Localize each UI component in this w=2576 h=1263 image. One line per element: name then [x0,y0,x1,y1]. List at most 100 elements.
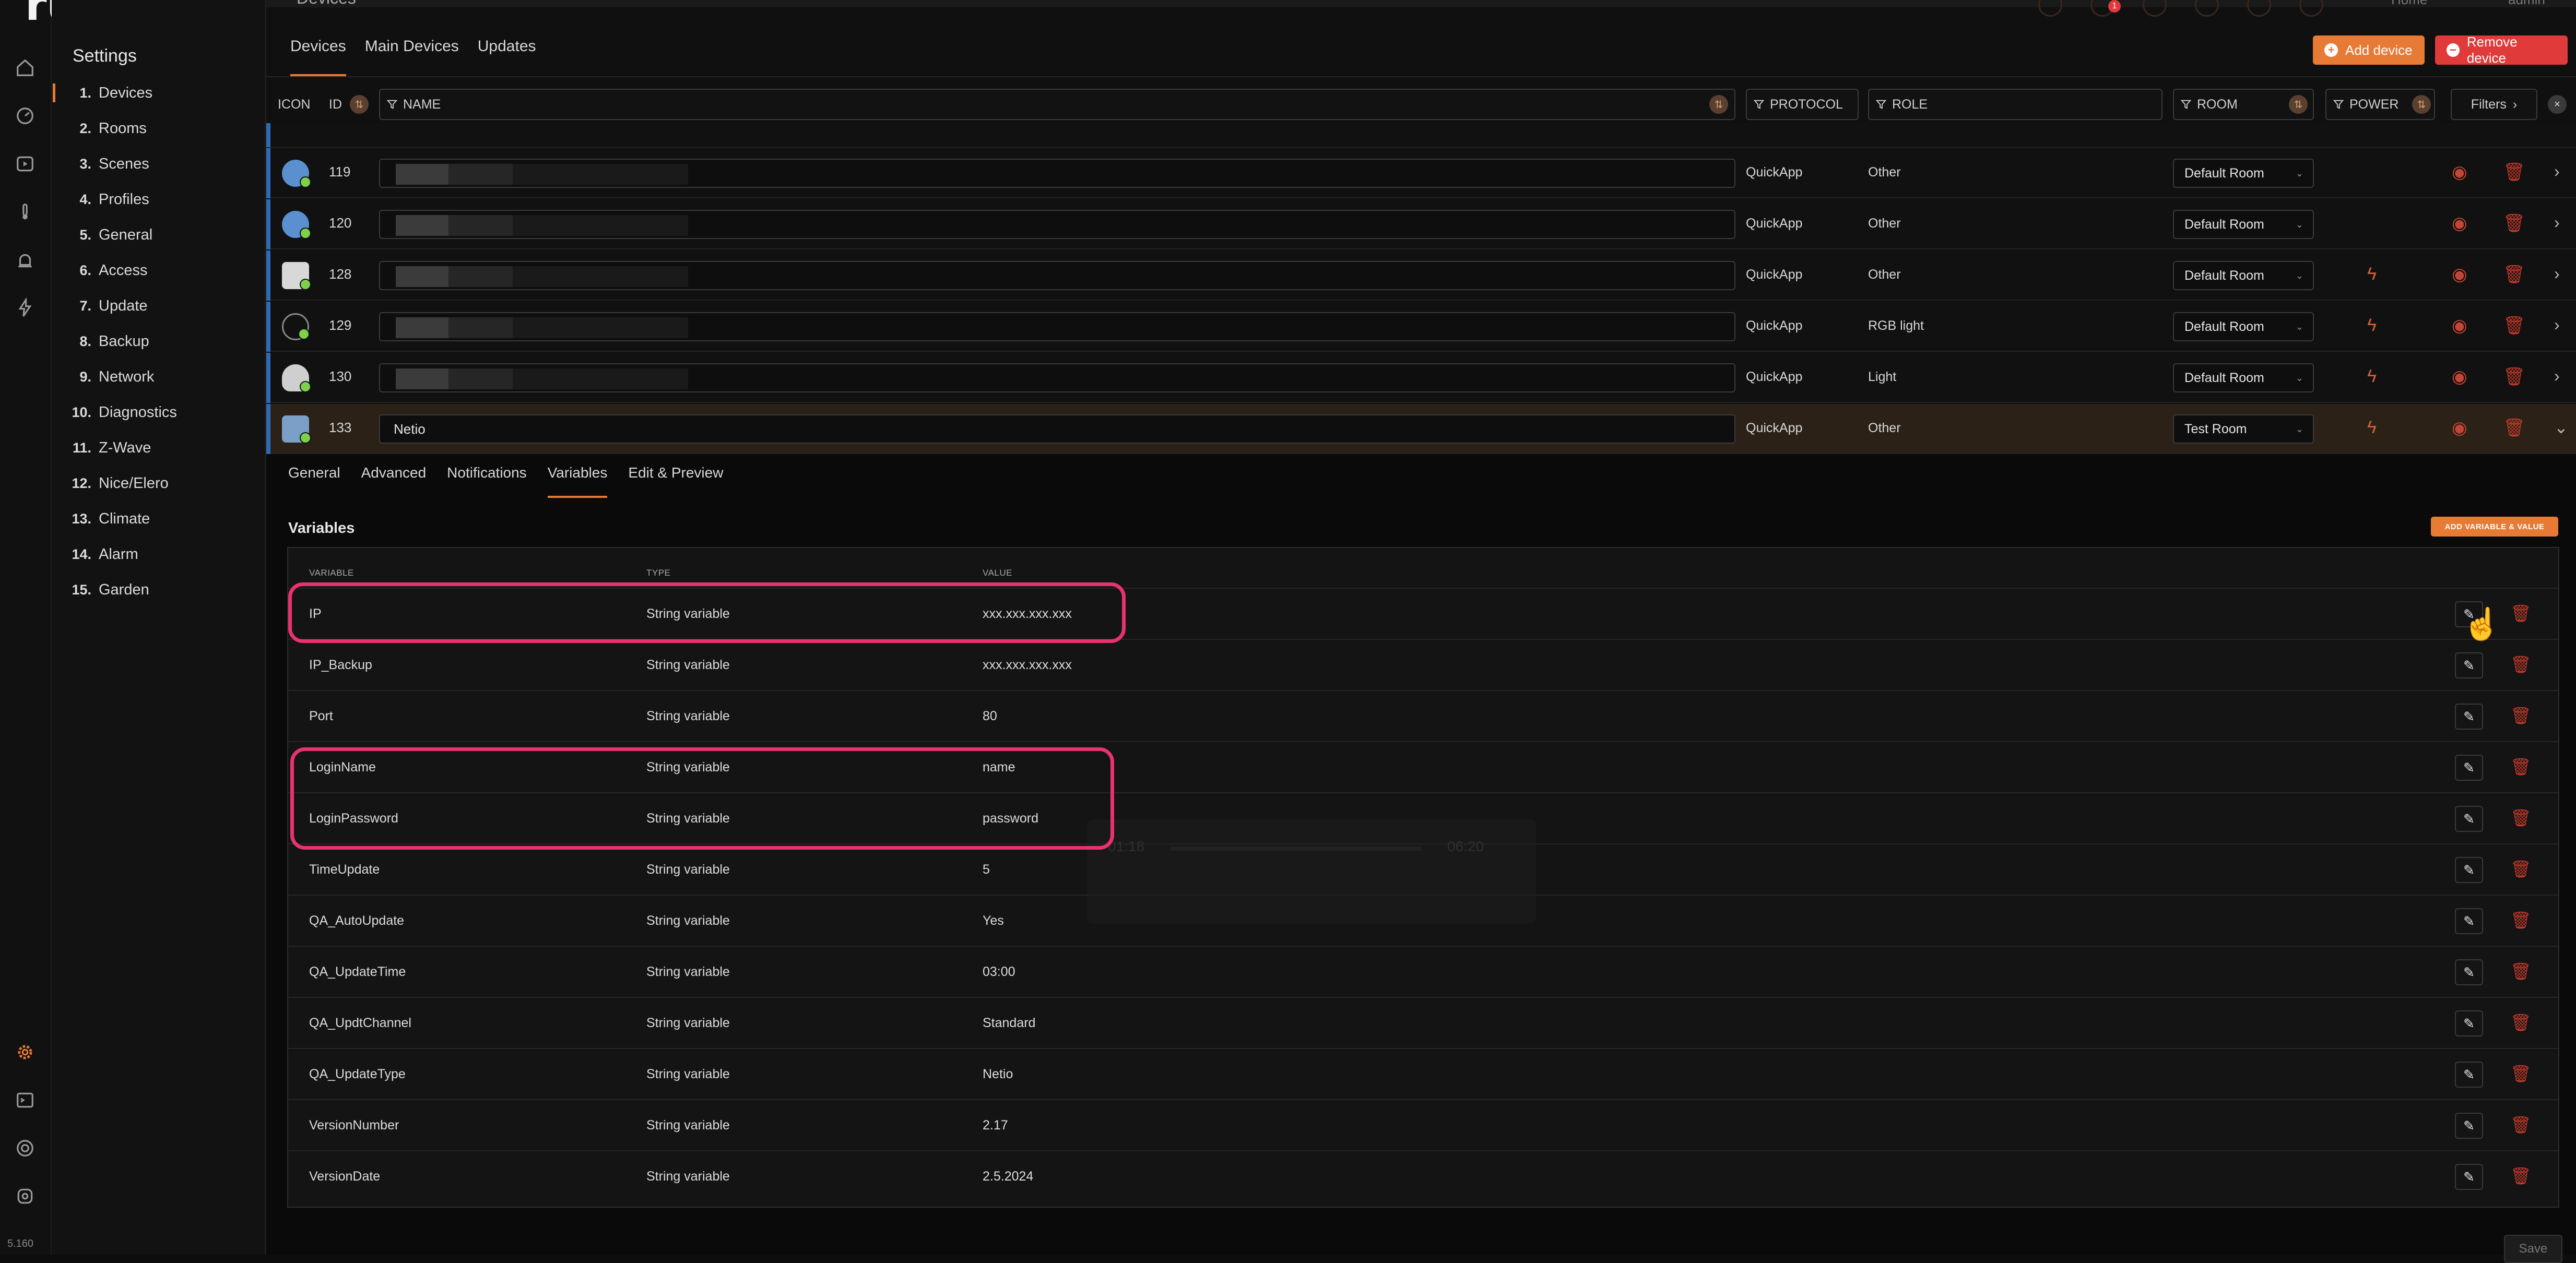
sort-name-icon[interactable]: ⇅ [1709,95,1728,114]
settings-item-devices[interactable]: 1. Devices [52,79,265,106]
subtab-advanced[interactable]: Advanced [361,464,427,481]
trash-icon[interactable]: 🗑 [2510,603,2532,623]
scenes-icon[interactable] [11,150,39,177]
trash-icon[interactable]: 🗑 [2510,757,2532,777]
device-row-selected[interactable]: 133 Netio QuickApp Other Test Room ⌄ ϟ ◉ … [266,404,2576,454]
edit-pencil-icon[interactable]: ✎ [2455,652,2483,678]
variable-row[interactable]: QA_UpdateType String variable Netio ✎ 🗑 [288,1048,2558,1099]
edit-pencil-icon[interactable]: ✎ [2455,908,2483,934]
device-name-field[interactable] [379,363,1735,392]
trash-icon[interactable]: 🗑 [2503,213,2525,234]
protocol-filter[interactable]: PROTOCOL [1746,89,1859,120]
trash-icon[interactable]: 🗑 [2510,654,2532,674]
variable-row[interactable]: VersionDate String variable 2.5.2024 ✎ 🗑 [288,1150,2558,1201]
eye-icon[interactable]: ◉ [2452,315,2467,336]
settings-item-scenes[interactable]: 3. Scenes [52,150,265,177]
eye-icon[interactable]: ◉ [2452,162,2467,183]
role-filter[interactable]: ROLE [1868,89,2163,120]
device-name-field[interactable] [379,312,1735,341]
variable-row[interactable]: QA_UpdateTime String variable 03:00 ✎ 🗑 [288,946,2558,997]
sort-room-icon[interactable]: ⇅ [2289,95,2308,114]
settings-item-climate[interactable]: 13. Climate [52,505,265,532]
settings-item-rooms[interactable]: 2. Rooms [52,115,265,142]
device-name-field[interactable] [379,210,1735,239]
edit-pencil-icon[interactable]: ✎ [2455,806,2483,832]
room-select[interactable]: Default Room ⌄ [2173,261,2314,290]
globe-icon[interactable] [2299,0,2323,17]
edit-pencil-icon[interactable]: ✎ [2455,755,2483,781]
variable-row[interactable]: IP_Backup String variable xxx.xxx.xxx.xx… [288,639,2558,690]
user-icon[interactable] [2038,0,2062,17]
home-icon[interactable] [11,54,39,81]
device-name-field[interactable]: Netio [379,414,1735,444]
device-row[interactable]: 129 QuickApp RGB light Default Room ⌄ ϟ ◉… [266,302,2576,352]
tab-updates[interactable]: Updates [478,37,536,76]
settings-icon[interactable] [11,1039,39,1066]
device-row[interactable]: 119 QuickApp Other Default Room ⌄ ◉ 🗑 › [266,148,2576,198]
filters-button[interactable]: Filters › [2451,89,2537,120]
room-select[interactable]: Default Room ⌄ [2173,159,2314,188]
name-filter[interactable]: NAME [379,89,1735,120]
chevron-right-icon[interactable]: › [2554,162,2560,181]
trash-icon[interactable]: 🗑 [2510,910,2532,930]
edit-pencil-icon[interactable]: ✎ [2455,1010,2483,1036]
user-menu[interactable]: admin [2475,0,2545,8]
power-icon[interactable] [2247,0,2271,17]
edit-pencil-icon[interactable]: ✎ [2455,704,2483,730]
variable-row[interactable]: Port String variable 80 ✎ 🗑 [288,690,2558,741]
add-variable-button[interactable]: ADD VARIABLE & VALUE [2431,517,2558,537]
terminal-icon[interactable] [11,1087,39,1114]
eye-icon[interactable]: ◉ [2452,418,2467,438]
lock-icon[interactable] [2195,0,2219,17]
trash-icon[interactable]: 🗑 [2510,961,2532,981]
room-select[interactable]: Test Room ⌄ [2173,414,2314,444]
help-icon[interactable] [11,1183,39,1210]
sort-power-icon[interactable]: ⇅ [2412,95,2431,114]
trash-icon[interactable]: 🗑 [2510,1166,2532,1186]
settings-item-garden[interactable]: 15. Garden [52,576,265,603]
energy-icon[interactable] [11,294,39,321]
device-row[interactable]: 130 QuickApp Light Default Room ⌄ ϟ ◉ 🗑 › [266,353,2576,403]
settings-item-general[interactable]: 5. General [52,221,265,248]
settings-item-backup[interactable]: 8. Backup [52,328,265,355]
settings-item-profiles[interactable]: 4. Profiles [52,186,265,213]
home-selector[interactable]: Home [2360,0,2427,8]
device-row[interactable]: 120 QuickApp Other Default Room ⌄ ◉ 🗑 › [266,199,2576,249]
alarm-icon[interactable] [11,246,39,273]
edit-pencil-icon[interactable]: ✎ [2455,1113,2483,1139]
eye-icon[interactable]: ◉ [2452,366,2467,387]
settings-item-access[interactable]: 6. Access [52,257,265,284]
compass-icon[interactable] [2143,0,2167,17]
clear-filters-icon[interactable]: × [2548,95,2567,114]
trash-icon[interactable]: 🗑 [2510,859,2532,879]
subtab-variables[interactable]: Variables [547,464,607,498]
chevron-right-icon[interactable]: › [2554,366,2560,386]
trash-icon[interactable]: 🗑 [2510,1064,2532,1083]
settings-item-network[interactable]: 9. Network [52,363,265,390]
device-name-field[interactable] [379,159,1735,188]
device-name-field[interactable] [379,261,1735,290]
chevron-down-icon[interactable]: ⌄ [2554,418,2568,437]
tab-main-devices[interactable]: Main Devices [365,37,459,76]
chevron-right-icon[interactable]: › [2554,213,2560,232]
room-select[interactable]: Default Room ⌄ [2173,312,2314,341]
trash-icon[interactable]: 🗑 [2503,162,2525,183]
trash-icon[interactable]: 🗑 [2503,366,2525,387]
room-select[interactable]: Default Room ⌄ [2173,363,2314,392]
device-row[interactable]: 128 QuickApp Other Default Room ⌄ ϟ ◉ 🗑 › [266,251,2576,301]
subtab-edit-preview[interactable]: Edit & Preview [628,464,723,481]
remove-device-button[interactable]: − Remove device [2435,34,2568,66]
trash-icon[interactable]: 🗑 [2503,315,2525,336]
save-button[interactable]: Save [2504,1235,2562,1263]
settings-item-nice-elero[interactable]: 12. Nice/Elero [52,470,265,497]
trash-icon[interactable]: 🗑 [2510,1012,2532,1032]
dashboard-icon[interactable] [11,102,39,129]
column-id[interactable]: ID [329,89,342,120]
edit-pencil-icon[interactable]: ✎ [2455,857,2483,883]
add-device-button[interactable]: + Add device [2313,35,2425,65]
tab-devices[interactable]: Devices [290,37,346,76]
trash-icon[interactable]: 🗑 [2503,418,2525,438]
sort-id-icon[interactable]: ⇅ [350,95,369,114]
subtab-notifications[interactable]: Notifications [447,464,527,481]
settings-item-update[interactable]: 7. Update [52,292,265,319]
